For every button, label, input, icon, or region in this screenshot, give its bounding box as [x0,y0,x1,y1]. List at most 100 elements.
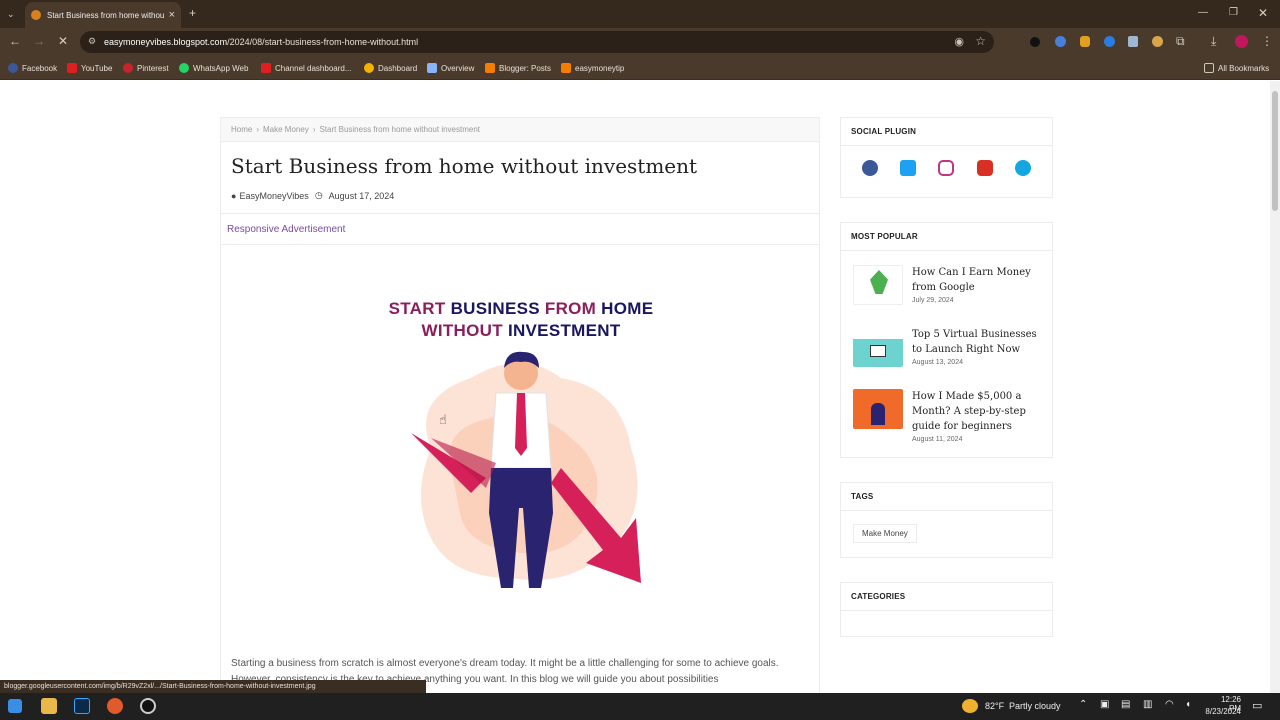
clock-icon: ◷ [314,190,323,200]
restore-icon[interactable]: ❐ [1229,6,1238,20]
instagram-icon[interactable] [938,160,955,176]
taskbar: 82°F Partly cloudy ⌃ ▣ ▤ ▥ ◠ ◖ 12:26 PM … [0,693,1280,720]
youtube-icon[interactable] [976,160,993,176]
browser-toolbar: ← → ✕ ⚙ easymoneyvibes.blogspot.com/2024… [0,28,1280,56]
post-title[interactable]: How I Made $5,000 a Month? A step-by-ste… [912,389,1042,434]
pinterest-icon [123,63,133,73]
tag-chip[interactable]: Make Money [853,524,917,543]
profile-avatar[interactable] [1235,35,1248,48]
download-icon[interactable]: ⤓ [1211,34,1216,48]
all-bookmarks[interactable]: All Bookmarks [1204,61,1269,75]
new-tab-icon[interactable]: + [189,6,196,20]
money-icon [870,270,888,294]
facebook-icon [8,63,18,73]
tab-search-icon[interactable]: ⌄ [7,7,15,21]
breadcrumb-separator: › [312,125,316,134]
bookmark-youtube[interactable]: YouTube [67,61,112,75]
extension-icon[interactable] [1030,37,1040,47]
bookmark-blogger-posts[interactable]: Blogger: Posts [485,61,551,75]
site-info-icon[interactable]: ⚙ [88,36,96,47]
blogger-icon [485,63,495,73]
browser-tab[interactable]: Start Business from home withou × [25,2,181,28]
volume-icon[interactable]: ◖ [1185,699,1191,710]
tray-icon[interactable]: ▤ [1121,699,1130,710]
breadcrumb: Home › Make Money › Start Business from … [221,118,819,142]
extension-icon[interactable] [1055,36,1066,47]
bookmark-dashboard[interactable]: Dashboard [364,61,417,75]
post-thumbnail[interactable] [853,389,903,429]
photoshop-icon[interactable] [74,698,90,714]
bookmark-whatsapp[interactable]: WhatsApp Web [179,61,248,75]
tray-icon[interactable]: ▣ [1100,699,1109,710]
weather-text[interactable]: Partly cloudy [1009,701,1061,711]
extension-icon[interactable] [1104,36,1115,47]
favicon-icon [31,10,41,20]
eye-icon[interactable]: ◉ [954,35,964,48]
chevron-up-icon[interactable]: ⌃ [1079,699,1087,710]
bookmark-facebook[interactable]: Facebook [8,61,57,75]
extension-icon[interactable] [1080,36,1090,47]
popular-post[interactable]: How Can I Earn Money from Google July 29… [853,265,1043,321]
mouse-cursor-icon: ☝ [439,412,447,427]
stop-loading-icon[interactable]: ✕ [58,34,68,48]
categories-widget: CATEGORIES [840,582,1053,637]
twitter-icon[interactable] [900,160,917,176]
forward-icon[interactable]: → [33,34,45,48]
dashboard-icon [364,63,374,73]
windows-start-icon[interactable] [8,699,22,713]
app-icon[interactable] [140,698,156,714]
shield-extension-icon[interactable] [1128,36,1138,47]
post-title[interactable]: Top 5 Virtual Businesses to Launch Right… [912,327,1042,357]
back-icon[interactable]: ← [9,34,21,48]
bookmarks-bar: Facebook YouTube Pinterest WhatsApp Web … [0,56,1280,80]
skype-icon[interactable] [1014,160,1031,176]
weather-icon[interactable] [962,699,978,713]
extension-icon[interactable] [1152,36,1163,47]
breadcrumb-make-money[interactable]: Make Money [263,125,309,134]
overview-icon [427,63,437,73]
close-window-icon[interactable]: ✕ [1258,6,1268,20]
address-bar[interactable]: ⚙ easymoneyvibes.blogspot.com/2024/08/st… [80,31,994,53]
star-icon[interactable]: ☆ [975,34,986,48]
chrome-icon[interactable] [107,698,123,714]
popular-post[interactable]: How I Made $5,000 a Month? A step-by-ste… [853,389,1043,445]
widget-title: CATEGORIES [841,583,1052,611]
post-thumbnail[interactable] [853,327,903,367]
post-date: July 29, 2024 [912,297,954,304]
post-date: August 17, 2024 [328,190,395,201]
close-tab-icon[interactable]: × [169,9,175,21]
status-bar-url: blogger.googleusercontent.com/img/b/R29v… [0,680,426,693]
extensions-puzzle-icon[interactable]: ⧉ [1176,34,1185,48]
file-explorer-icon[interactable] [41,698,57,714]
person-icon [871,403,885,425]
scrollbar-thumb[interactable] [1272,91,1278,211]
bookmark-channel-dashboard[interactable]: Channel dashboard... [261,61,352,75]
page-viewport: Home › Make Money › Start Business from … [0,81,1270,693]
widget-title: TAGS [841,483,1052,511]
facebook-icon[interactable] [862,160,879,176]
featured-image[interactable]: START BUSINESS FROM HOME WITHOUT INVESTM… [371,298,671,608]
scrollbar[interactable] [1270,81,1280,693]
breadcrumb-separator: › [256,125,260,134]
post-thumbnail[interactable] [853,265,903,305]
bookmark-overview[interactable]: Overview [427,61,474,75]
url-host: easymoneyvibes.blogspot.com [104,37,228,47]
tray-icon[interactable]: ▥ [1143,699,1152,710]
post-title[interactable]: How Can I Earn Money from Google [912,265,1042,295]
author-name[interactable]: EasyMoneyVibes [239,191,308,201]
url-path: /2024/08/start-business-from-home-withou… [227,37,419,47]
notifications-icon[interactable]: ▭ [1252,699,1262,712]
tab-strip: ⌄ Start Business from home withou × + — … [0,0,1280,28]
divider [221,213,819,214]
minimize-icon[interactable]: — [1198,6,1208,20]
article-container: Home › Make Money › Start Business from … [220,117,820,693]
popular-post[interactable]: Top 5 Virtual Businesses to Launch Right… [853,327,1043,383]
breadcrumb-home[interactable]: Home [231,125,252,134]
bookmark-easymoneytip[interactable]: easymoneytip [561,61,624,75]
clock-date[interactable]: 8/23/2024 [1203,707,1241,716]
blogger-icon [561,63,571,73]
weather-temp[interactable]: 82°F [985,701,1004,711]
wifi-icon[interactable]: ◠ [1165,699,1174,710]
menu-kebab-icon[interactable]: ⋮ [1261,34,1273,48]
bookmark-pinterest[interactable]: Pinterest [123,61,169,75]
